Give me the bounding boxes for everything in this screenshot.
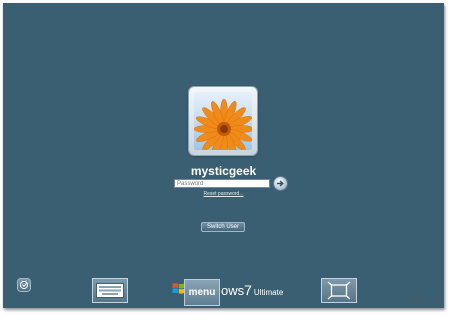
reset-password-link[interactable]: Reset password... xyxy=(3,191,444,197)
menu-button[interactable]: menu xyxy=(184,279,220,306)
flower-avatar-icon xyxy=(194,92,252,150)
switch-user-button[interactable]: Switch User xyxy=(201,222,245,232)
brand-edition: Ultimate xyxy=(253,288,284,297)
watermark: wsxdn.com xyxy=(407,297,443,304)
ease-of-access-icon xyxy=(19,280,29,290)
windows-brand: ows7 Ultimate xyxy=(221,282,283,300)
on-screen-keyboard-button[interactable] xyxy=(92,278,128,303)
fullscreen-icon xyxy=(327,281,351,300)
brand-text: ows xyxy=(221,283,245,298)
arrow-right-icon xyxy=(277,180,284,187)
password-input[interactable]: Password xyxy=(174,179,270,188)
ease-of-access-button[interactable] xyxy=(18,279,30,291)
username-label: mysticgeek xyxy=(190,164,257,178)
login-screen: mysticgeek Password Reset password... Sw… xyxy=(3,3,444,308)
submit-button[interactable] xyxy=(274,177,287,190)
keyboard-icon xyxy=(96,283,124,298)
brand-version: 7 xyxy=(244,282,252,298)
fullscreen-button[interactable] xyxy=(321,278,357,303)
user-avatar xyxy=(189,87,257,155)
